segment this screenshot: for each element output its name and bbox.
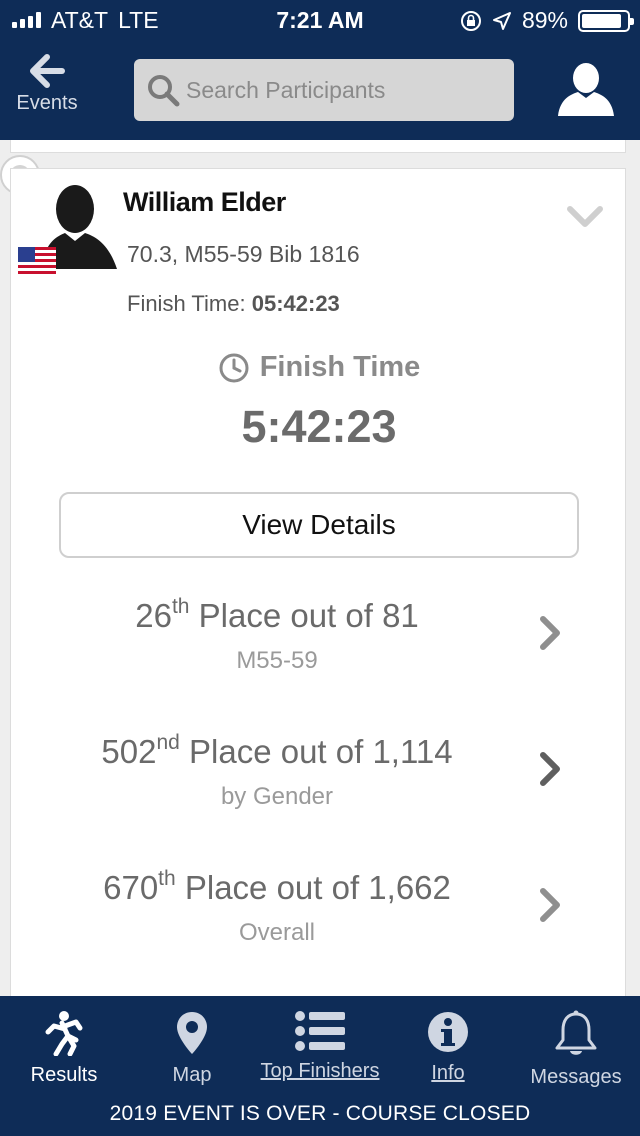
view-details-button[interactable]: View Details — [59, 492, 579, 558]
finish-time-label: Finish Time: — [127, 291, 246, 316]
nav-bar: Events — [0, 40, 640, 140]
rotation-lock-icon — [460, 10, 481, 31]
back-label: Events — [16, 92, 78, 114]
location-icon — [492, 11, 511, 30]
tab-label: Info — [431, 1062, 465, 1084]
previous-card-edge — [10, 140, 626, 153]
placement-text: 26th Place out of 81 — [135, 595, 419, 634]
placement-row-gender[interactable]: 502nd Place out of 1,114 by Gender — [11, 731, 627, 843]
search-input[interactable] — [186, 76, 506, 104]
tab-top-finishers[interactable]: Top Finishers — [256, 996, 384, 1096]
placement-text: 670th Place out of 1,662 — [103, 867, 451, 906]
chevron-right-icon — [540, 752, 560, 786]
search-box[interactable] — [134, 59, 514, 121]
event-status-banner: 2019 EVENT IS OVER - COURSE CLOSED — [109, 1102, 531, 1125]
finish-time-big: 5:42:23 — [241, 401, 397, 452]
placement-subtitle: Overall — [238, 919, 316, 946]
placement-text: 502nd Place out of 1,114 — [101, 731, 453, 770]
tab-messages[interactable]: Messages — [512, 996, 640, 1096]
finish-time-heading-text: Finish Time — [259, 351, 421, 383]
tabs: Results Map Top Finishers Info Messages — [0, 996, 640, 1096]
clock-icon — [219, 353, 249, 382]
search-icon — [148, 75, 180, 107]
tab-label: Map — [172, 1064, 212, 1086]
runner-icon — [45, 1011, 83, 1056]
chevron-right-icon — [540, 888, 560, 922]
finish-time-summary: Finish Time: 05:42:23 — [127, 291, 340, 317]
tab-map[interactable]: Map — [128, 996, 256, 1096]
profile-icon — [558, 63, 614, 116]
status-right: 89% — [460, 7, 634, 34]
chevron-right-icon — [540, 616, 560, 650]
chevron-down-icon[interactable] — [567, 205, 603, 229]
tab-results[interactable]: Results — [0, 996, 128, 1096]
header: AT&T LTE 7:21 AM 89% Events Search Parti… — [0, 0, 640, 140]
finish-time-value: 05:42:23 — [251, 291, 340, 316]
battery-fill — [582, 13, 621, 28]
placement-subtitle: by Gender — [220, 783, 334, 810]
placement-row-overall[interactable]: 670th Place out of 1,662 Overall — [11, 867, 627, 979]
back-arrow-icon — [30, 54, 65, 88]
tab-label: Top Finishers — [260, 1060, 380, 1082]
tab-info[interactable]: Info — [384, 996, 512, 1096]
status-bar: AT&T LTE 7:21 AM 89% — [0, 0, 640, 40]
placement-row-division[interactable]: 26th Place out of 81 M55-59 — [11, 595, 627, 707]
battery-percent: 89% — [521, 7, 568, 33]
map-pin-icon — [177, 1012, 207, 1054]
results-screen: AT&T LTE 7:21 AM 89% Events Search Parti… — [0, 0, 640, 1136]
list-icon — [295, 1011, 345, 1051]
bell-icon — [555, 1010, 597, 1055]
us-flag-icon — [18, 247, 56, 275]
tab-bar: Results Map Top Finishers Info Messages … — [0, 996, 640, 1136]
tab-label: Results — [30, 1064, 98, 1086]
info-icon — [428, 1012, 468, 1052]
participant-name: William Elder — [123, 187, 286, 217]
placement-subtitle: M55-59 — [236, 647, 318, 674]
profile-button[interactable] — [556, 58, 616, 118]
back-button[interactable]: Events — [8, 54, 86, 130]
battery-icon — [578, 9, 634, 32]
participant-division-bib: 70.3, M55-59 Bib 1816 — [127, 241, 360, 267]
finish-time-heading: Finish Time — [11, 351, 627, 384]
participant-card: William Elder 70.3, M55-59 Bib 1816 Fini… — [10, 168, 626, 1008]
tab-label: Messages — [530, 1066, 622, 1088]
